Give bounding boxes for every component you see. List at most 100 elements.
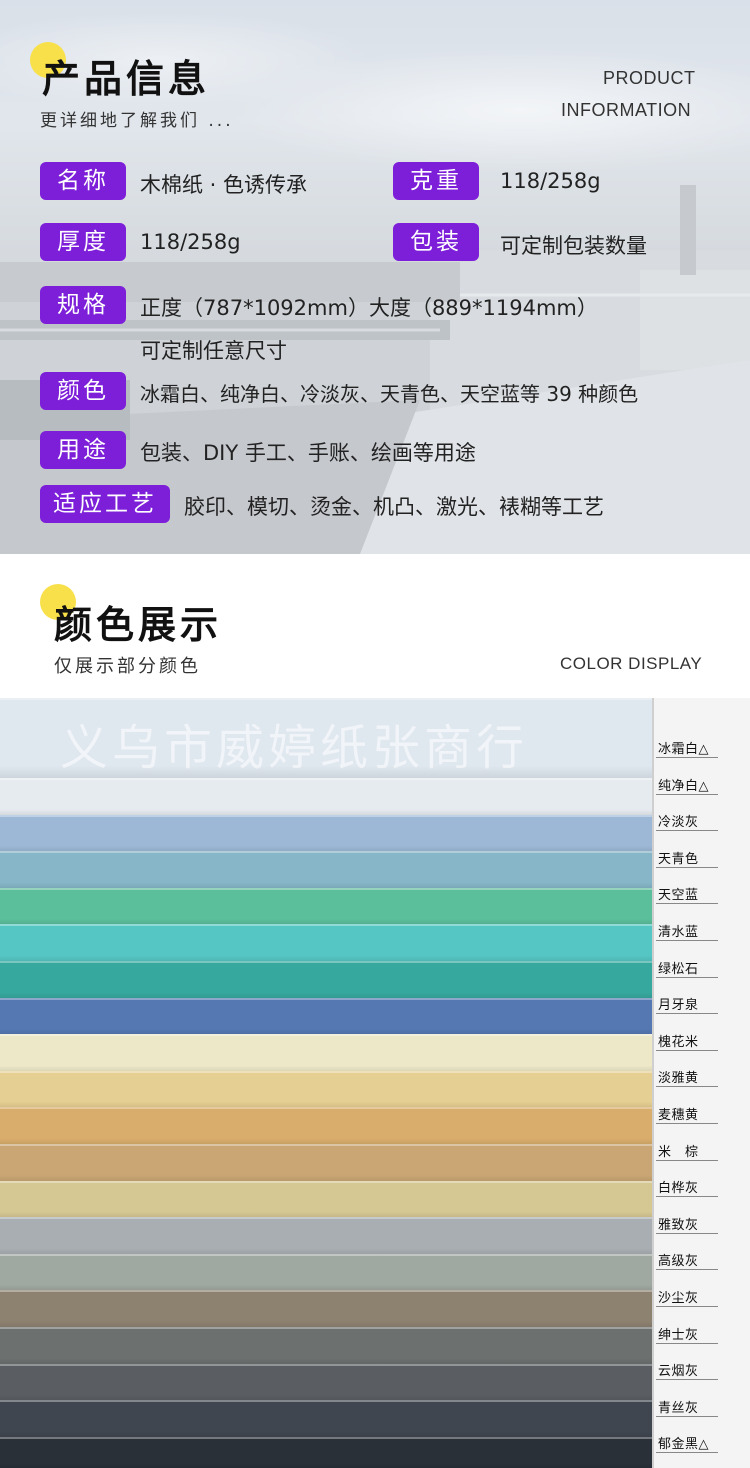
label-underline [656,940,718,941]
color-strip [0,1144,652,1181]
weight-value: 118/258g [500,169,601,193]
color-name-label: 纯净白△ [658,779,709,794]
color-strip [0,1107,652,1144]
spec-value-line2: 可定制任意尺寸 [140,339,287,363]
color-tag: 颜色 [40,372,126,410]
color-name-label: 高级灰 [658,1254,699,1269]
strip-edge [0,1364,652,1366]
label-underline [656,1086,718,1087]
strip-edge [0,778,652,780]
product-info-section: 产品信息 更详细地了解我们 ... PRODUCT INFORMATION 名称… [0,0,750,554]
label-underline [656,1269,718,1270]
color-name-label: 青丝灰 [658,1401,699,1416]
color-name-label: 米 棕 [658,1145,699,1160]
color-name-label: 郁金黑△ [658,1437,709,1452]
label-underline [656,1050,718,1051]
section-title: 颜色展示 [54,603,223,647]
color-strip [0,998,652,1034]
color-name-label: 月牙泉 [658,998,699,1013]
color-name-label: 绿松石 [658,962,699,977]
packing-tag: 包装 [393,223,479,261]
strip-edge [0,1107,652,1109]
label-underline [656,977,718,978]
color-strip [0,1034,652,1071]
label-underline [656,794,718,795]
color-value: 冰霜白、纯净白、冷淡灰、天青色、天空蓝等 39 种颜色 [140,382,639,406]
label-underline [656,903,718,904]
page-title: 产品信息 [42,57,211,101]
color-strip [0,1400,652,1437]
strip-edge [0,1034,652,1036]
name-tag: 名称 [40,162,126,200]
strip-edge [0,1437,652,1439]
color-name-label: 槐花米 [658,1035,699,1050]
color-name-label: 沙尘灰 [658,1291,699,1306]
color-name-label: 雅致灰 [658,1218,699,1233]
color-name-label: 冷淡灰 [658,815,699,830]
strip-edge [0,1290,652,1292]
strip-edge [0,1327,652,1329]
craft-tag: 适应工艺 [40,485,170,523]
label-underline [656,1452,718,1453]
color-name-label: 云烟灰 [658,1364,699,1379]
usage-value: 包装、DIY 手工、手账、绘画等用途 [140,441,476,465]
spec-tag: 规格 [40,286,126,324]
weight-tag: 克重 [393,162,479,200]
section-subtitle: 仅展示部分颜色 [54,656,201,677]
label-underline [656,1196,718,1197]
color-name-label: 麦穗黄 [658,1108,699,1123]
color-strip [0,778,652,815]
label-underline [656,1306,718,1307]
spec-value-line1: 正度（787*1092mm）大度（889*1194mm） [140,296,598,320]
color-strip [0,1290,652,1327]
color-name-label: 淡雅黄 [658,1071,699,1086]
color-strip [0,1254,652,1290]
color-strip [0,1364,652,1400]
color-strip [0,961,652,998]
watermark-text: 义乌市威婷纸张商行 [60,720,529,776]
color-strip [0,924,652,961]
color-strip [0,888,652,924]
strip-edge [0,698,652,700]
label-underline [656,1123,718,1124]
color-strip [0,1327,652,1364]
color-strip [0,1071,652,1107]
packing-value: 可定制包装数量 [500,234,647,258]
strip-edge [0,851,652,853]
color-swatch-photo: 义乌市威婷纸张商行 冰霜白△ 纯净白△ 冷淡灰天青色天空蓝清水蓝绿松石月牙泉槐花米淡… [0,698,750,1468]
label-underline [656,867,718,868]
strip-edge [0,924,652,926]
color-name-label: 冰霜白△ [658,742,709,757]
strip-edge [0,1071,652,1073]
english-section-title: COLOR DISPLAY [560,654,703,673]
color-strip [0,1437,652,1468]
craft-value: 胶印、模切、烫金、机凸、激光、裱糊等工艺 [184,495,604,519]
page-subtitle: 更详细地了解我们 ... [40,111,234,131]
strip-edge [0,888,652,890]
color-strip [0,1181,652,1217]
strip-edge [0,1181,652,1183]
english-title-line1: PRODUCT [603,68,696,88]
color-name-label: 天青色 [658,852,699,867]
label-underline [656,1416,718,1417]
english-title-line2: INFORMATION [561,100,692,120]
thickness-tag: 厚度 [40,223,126,261]
color-display-header: 颜色展示 仅展示部分颜色 COLOR DISPLAY [0,554,750,698]
color-name-label: 天空蓝 [658,888,699,903]
label-underline [656,1379,718,1380]
label-underline [656,1013,718,1014]
color-name-label: 绅士灰 [658,1328,699,1343]
label-underline [656,830,718,831]
strip-edge [0,815,652,817]
strip-edge [0,998,652,1000]
color-strip [0,1217,652,1254]
strip-edge [0,1400,652,1402]
strip-edge [0,961,652,963]
name-value: 木棉纸 · 色诱传承 [140,173,308,197]
usage-tag: 用途 [40,431,126,469]
color-strip [0,815,652,851]
color-name-label: 清水蓝 [658,925,699,940]
strip-edge [0,1144,652,1146]
strip-edge [0,1217,652,1219]
color-name-label: 白桦灰 [658,1181,699,1196]
